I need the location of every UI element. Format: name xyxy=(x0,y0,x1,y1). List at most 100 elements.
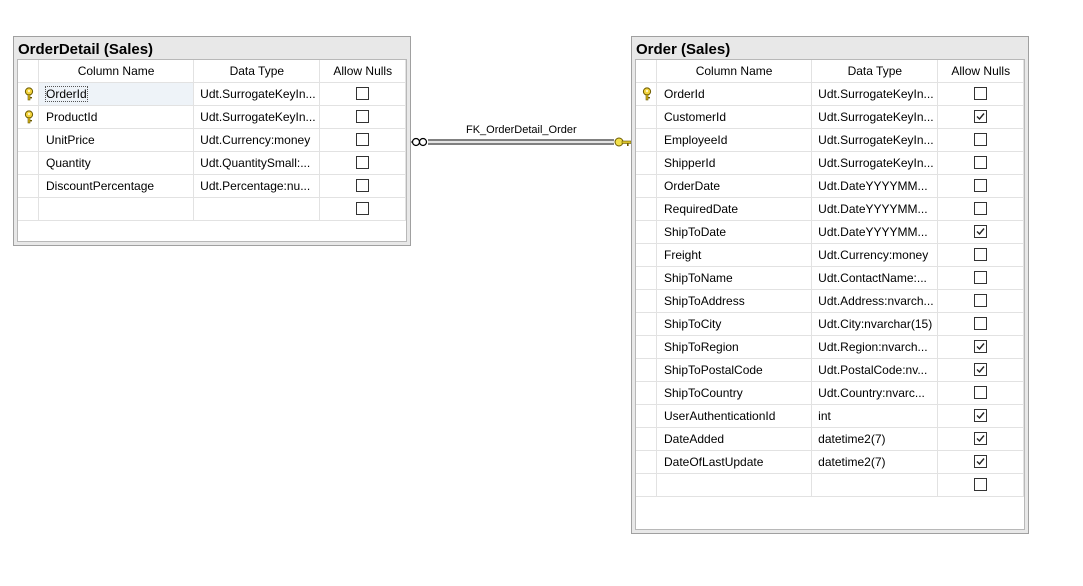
allow-nulls-checkbox[interactable] xyxy=(974,317,988,331)
allow-nulls-checkbox[interactable] xyxy=(974,225,988,239)
table-row[interactable]: RequiredDate Udt.DateYYYYMM... xyxy=(636,198,1024,221)
column-name-cell[interactable]: ShipToPostalCode xyxy=(657,359,813,382)
row-selector[interactable] xyxy=(636,428,657,451)
column-name-cell[interactable]: EmployeeId xyxy=(657,129,813,152)
column-name-cell[interactable]: ShipToAddress xyxy=(657,290,813,313)
data-type-cell[interactable]: Udt.ContactName:... xyxy=(812,267,939,290)
allow-nulls-checkbox[interactable] xyxy=(974,110,988,124)
row-selector[interactable] xyxy=(636,451,657,474)
column-name-cell[interactable]: CustomerId xyxy=(657,106,813,129)
table-row[interactable]: UserAuthenticationId int xyxy=(636,405,1024,428)
table-row[interactable]: DateAdded datetime2(7) xyxy=(636,428,1024,451)
allow-nulls-checkbox[interactable] xyxy=(974,455,988,469)
row-selector[interactable] xyxy=(636,405,657,428)
data-type-cell[interactable]: Udt.SurrogateKeyIn... xyxy=(812,129,939,152)
row-selector[interactable] xyxy=(636,152,657,175)
column-name-cell[interactable]: OrderId xyxy=(657,83,813,106)
allow-nulls-checkbox[interactable] xyxy=(974,294,988,308)
row-selector[interactable] xyxy=(636,198,657,221)
table-row[interactable]: ShipToAddress Udt.Address:nvarch... xyxy=(636,290,1024,313)
row-selector[interactable] xyxy=(636,382,657,405)
column-name-cell[interactable]: OrderDate xyxy=(657,175,813,198)
table-row[interactable]: ShipToPostalCode Udt.PostalCode:nv... xyxy=(636,359,1024,382)
allow-nulls-checkbox[interactable] xyxy=(974,248,988,262)
row-selector[interactable] xyxy=(636,244,657,267)
data-type-cell[interactable] xyxy=(812,474,939,497)
table-row[interactable]: CustomerId Udt.SurrogateKeyIn... xyxy=(636,106,1024,129)
table-row[interactable]: ShipToName Udt.ContactName:... xyxy=(636,267,1024,290)
allow-nulls-checkbox[interactable] xyxy=(974,133,988,147)
data-type-cell[interactable]: Udt.SurrogateKeyIn... xyxy=(812,106,939,129)
data-type-cell[interactable]: Udt.DateYYYYMM... xyxy=(812,221,939,244)
data-type-cell[interactable]: Udt.DateYYYYMM... xyxy=(812,175,939,198)
column-name-cell[interactable]: DateAdded xyxy=(657,428,813,451)
allow-nulls-checkbox[interactable] xyxy=(974,386,988,400)
allow-nulls-checkbox[interactable] xyxy=(974,156,988,170)
allow-nulls-checkbox[interactable] xyxy=(974,340,988,354)
row-selector[interactable] xyxy=(636,359,657,382)
data-type-cell[interactable]: Udt.SurrogateKeyIn... xyxy=(812,83,939,106)
data-type-header[interactable]: Data Type xyxy=(812,60,939,83)
allow-nulls-cell xyxy=(938,382,1024,405)
column-name-cell[interactable]: Freight xyxy=(657,244,813,267)
row-selector[interactable] xyxy=(636,474,657,497)
row-selector[interactable] xyxy=(636,175,657,198)
row-selector[interactable] xyxy=(636,221,657,244)
column-name-cell[interactable]: UserAuthenticationId xyxy=(657,405,813,428)
data-type-cell[interactable]: Udt.PostalCode:nv... xyxy=(812,359,939,382)
allow-nulls-checkbox[interactable] xyxy=(974,179,988,193)
data-type-cell[interactable]: Udt.Region:nvarch... xyxy=(812,336,939,359)
relationship-label[interactable]: FK_OrderDetail_Order xyxy=(466,124,577,136)
table-order[interactable]: Order (Sales) Column Name Data Type Allo… xyxy=(631,36,1029,534)
column-name-cell[interactable]: ShipToCountry xyxy=(657,382,813,405)
data-type-cell[interactable]: Udt.Currency:money xyxy=(812,244,939,267)
data-type-cell[interactable]: Udt.Address:nvarch... xyxy=(812,290,939,313)
table-row[interactable]: ShipperId Udt.SurrogateKeyIn... xyxy=(636,152,1024,175)
column-name-cell[interactable]: RequiredDate xyxy=(657,198,813,221)
table-row[interactable]: ShipToRegion Udt.Region:nvarch... xyxy=(636,336,1024,359)
data-type-cell[interactable]: Udt.City:nvarchar(15) xyxy=(812,313,939,336)
table-row[interactable]: Freight Udt.Currency:money xyxy=(636,244,1024,267)
table-row[interactable]: OrderId Udt.SurrogateKeyIn... xyxy=(636,83,1024,106)
data-type-cell[interactable]: Udt.SurrogateKeyIn... xyxy=(812,152,939,175)
allow-nulls-checkbox[interactable] xyxy=(974,202,988,216)
row-selector[interactable] xyxy=(636,313,657,336)
column-name-cell[interactable]: DateOfLastUpdate xyxy=(657,451,813,474)
data-type-cell[interactable]: int xyxy=(812,405,939,428)
column-name-cell[interactable]: ShipperId xyxy=(657,152,813,175)
row-selector[interactable] xyxy=(636,336,657,359)
column-name-cell[interactable] xyxy=(657,474,813,497)
data-type-cell[interactable]: datetime2(7) xyxy=(812,451,939,474)
row-selector[interactable] xyxy=(636,290,657,313)
table-row[interactable]: DateOfLastUpdate datetime2(7) xyxy=(636,451,1024,474)
allow-nulls-checkbox[interactable] xyxy=(974,363,988,377)
row-selector[interactable] xyxy=(636,106,657,129)
column-name-text: CustomerId xyxy=(664,110,727,124)
allow-nulls-header[interactable]: Allow Nulls xyxy=(938,60,1024,83)
data-type-cell[interactable]: Udt.DateYYYYMM... xyxy=(812,198,939,221)
column-name-cell[interactable]: ShipToRegion xyxy=(657,336,813,359)
column-name-cell[interactable]: ShipToDate xyxy=(657,221,813,244)
table-row[interactable]: ShipToDate Udt.DateYYYYMM... xyxy=(636,221,1024,244)
table-row[interactable] xyxy=(636,474,1024,497)
row-selector[interactable] xyxy=(636,129,657,152)
data-type-cell[interactable]: Udt.Country:nvarc... xyxy=(812,382,939,405)
column-name-text: ShipToAddress xyxy=(664,294,745,308)
table-row[interactable]: ShipToCity Udt.City:nvarchar(15) xyxy=(636,313,1024,336)
allow-nulls-checkbox[interactable] xyxy=(974,409,988,423)
column-name-text: DateAdded xyxy=(664,432,725,446)
row-selector[interactable] xyxy=(636,267,657,290)
allow-nulls-checkbox[interactable] xyxy=(974,432,988,446)
table-row[interactable]: ShipToCountry Udt.Country:nvarc... xyxy=(636,382,1024,405)
table-title[interactable]: Order (Sales) xyxy=(632,37,1028,59)
allow-nulls-checkbox[interactable] xyxy=(974,478,988,492)
data-type-cell[interactable]: datetime2(7) xyxy=(812,428,939,451)
column-name-header[interactable]: Column Name xyxy=(657,60,813,83)
column-name-cell[interactable]: ShipToName xyxy=(657,267,813,290)
table-row[interactable]: EmployeeId Udt.SurrogateKeyIn... xyxy=(636,129,1024,152)
allow-nulls-checkbox[interactable] xyxy=(974,271,988,285)
column-name-cell[interactable]: ShipToCity xyxy=(657,313,813,336)
table-row[interactable]: OrderDate Udt.DateYYYYMM... xyxy=(636,175,1024,198)
primary-key-icon[interactable] xyxy=(636,83,657,106)
allow-nulls-checkbox[interactable] xyxy=(974,87,988,101)
